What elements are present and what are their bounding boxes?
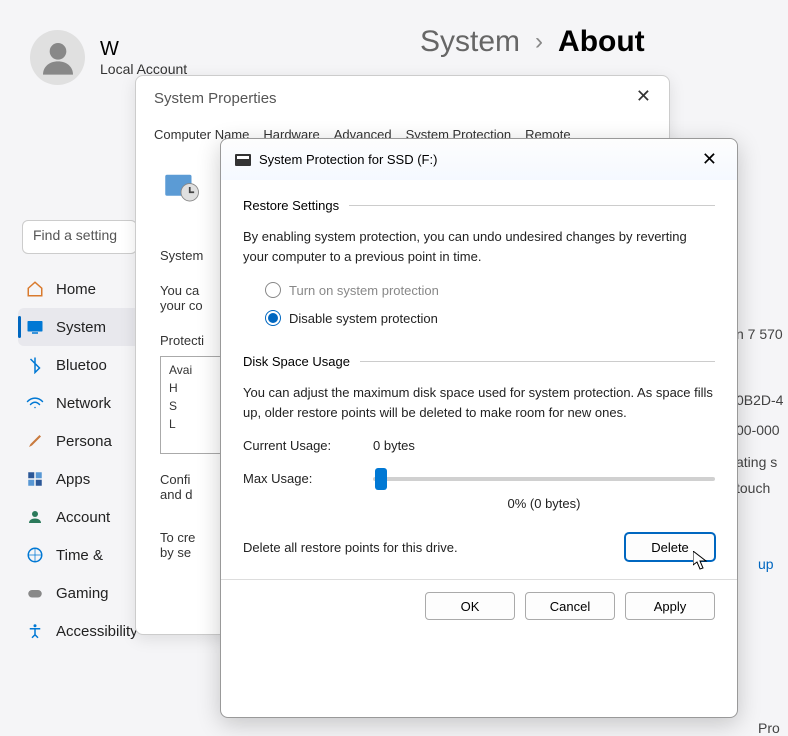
bg-link-fragment[interactable]: up [758, 556, 788, 572]
radio-checked-icon [265, 310, 281, 326]
sidebar: Home System Bluetoo Network Persona Apps… [18, 270, 148, 650]
divider [349, 205, 715, 206]
max-usage-label: Max Usage: [243, 471, 373, 486]
sidebar-item-label: Home [56, 281, 96, 298]
radio-disable[interactable]: Disable system protection [265, 310, 715, 326]
delete-button[interactable]: Delete [625, 533, 715, 561]
radio-turn-on[interactable]: Turn on system protection [265, 282, 715, 298]
sidebar-item-label: Persona [56, 433, 112, 450]
breadcrumb: System › About [420, 25, 645, 59]
current-usage-value: 0 bytes [373, 438, 415, 453]
radio-group: Turn on system protection Disable system… [243, 282, 715, 326]
chevron-right-icon: › [535, 28, 543, 56]
group-title: Restore Settings [243, 198, 339, 213]
disk-space-header: Disk Space Usage [243, 354, 715, 369]
max-usage-row: Max Usage: [243, 471, 715, 486]
divider [360, 361, 715, 362]
close-icon[interactable]: ✕ [636, 86, 651, 107]
close-icon[interactable]: ✕ [696, 149, 723, 170]
apps-icon [26, 470, 44, 488]
sidebar-item-network[interactable]: Network [18, 384, 148, 422]
sidebar-item-label: Network [56, 395, 111, 412]
bg-text-fragment: Pro [758, 720, 788, 736]
person-icon [38, 38, 78, 78]
bg-text-fragment: 00-000 [736, 422, 788, 438]
sidebar-item-system[interactable]: System [18, 308, 148, 346]
system-icon [26, 318, 44, 336]
bg-text-fragment: touch [736, 480, 788, 496]
user-info: W Local Account [100, 38, 187, 77]
window-title: System Properties [136, 76, 669, 121]
disk-description: You can adjust the maximum disk space us… [243, 383, 715, 422]
restore-settings-header: Restore Settings [243, 198, 715, 213]
group-title: Disk Space Usage [243, 354, 350, 369]
current-usage-label: Current Usage: [243, 438, 373, 453]
sidebar-item-label: System [56, 319, 106, 336]
breadcrumb-about: About [558, 25, 645, 59]
sidebar-item-label: Accessibility [56, 623, 138, 640]
cancel-button[interactable]: Cancel [525, 592, 615, 620]
sidebar-item-time[interactable]: Time & [18, 536, 148, 574]
brush-icon [26, 432, 44, 450]
sidebar-item-apps[interactable]: Apps [18, 460, 148, 498]
breadcrumb-system[interactable]: System [420, 25, 520, 59]
sidebar-item-gaming[interactable]: Gaming [18, 574, 148, 612]
restore-description: By enabling system protection, you can u… [243, 227, 715, 266]
avatar [30, 30, 85, 85]
sidebar-item-bluetooth[interactable]: Bluetoo [18, 346, 148, 384]
sidebar-item-label: Gaming [56, 585, 109, 602]
current-usage-row: Current Usage: 0 bytes [243, 438, 715, 453]
bg-text-fragment: ating s [736, 454, 788, 470]
sidebar-item-label: Account [56, 509, 110, 526]
user-name: W [100, 38, 187, 61]
max-usage-value: 0% (0 bytes) [373, 496, 715, 511]
home-icon [26, 280, 44, 298]
account-icon [26, 508, 44, 526]
bg-text-fragment: 0B2D-4 [736, 392, 788, 408]
slider-thumb[interactable] [375, 468, 387, 490]
search-input[interactable]: Find a setting [22, 220, 137, 254]
radio-icon [265, 282, 281, 298]
gaming-icon [26, 584, 44, 602]
drive-icon [235, 154, 251, 166]
system-protection-dialog: System Protection for SSD (F:) ✕ Restore… [220, 138, 738, 718]
dialog-body: Restore Settings By enabling system prot… [221, 180, 737, 632]
accessibility-icon [26, 622, 44, 640]
sidebar-item-label: Apps [56, 471, 90, 488]
delete-description: Delete all restore points for this drive… [243, 540, 458, 555]
titlebar[interactable]: System Protection for SSD (F:) ✕ [221, 139, 737, 180]
bluetooth-icon [26, 356, 44, 374]
restore-icon [160, 166, 202, 208]
delete-section: Delete all restore points for this drive… [243, 533, 715, 561]
sidebar-item-accessibility[interactable]: Accessibility [18, 612, 148, 650]
radio-label: Turn on system protection [289, 283, 439, 298]
sidebar-item-accounts[interactable]: Account [18, 498, 148, 536]
radio-label: Disable system protection [289, 311, 438, 326]
sidebar-item-label: Bluetoo [56, 357, 107, 374]
dialog-button-row: OK Cancel Apply [243, 592, 715, 620]
globe-icon [26, 546, 44, 564]
dialog-title: System Protection for SSD (F:) [259, 152, 696, 167]
bg-text-fragment: n 7 570 [736, 326, 788, 342]
sidebar-item-home[interactable]: Home [18, 270, 148, 308]
max-usage-slider[interactable] [373, 477, 715, 481]
ok-button[interactable]: OK [425, 592, 515, 620]
apply-button[interactable]: Apply [625, 592, 715, 620]
sidebar-item-personalization[interactable]: Persona [18, 422, 148, 460]
settings-window: W Local Account System › About Find a se… [0, 0, 788, 736]
sidebar-item-label: Time & [56, 547, 103, 564]
divider [221, 579, 737, 580]
wifi-icon [26, 394, 44, 412]
